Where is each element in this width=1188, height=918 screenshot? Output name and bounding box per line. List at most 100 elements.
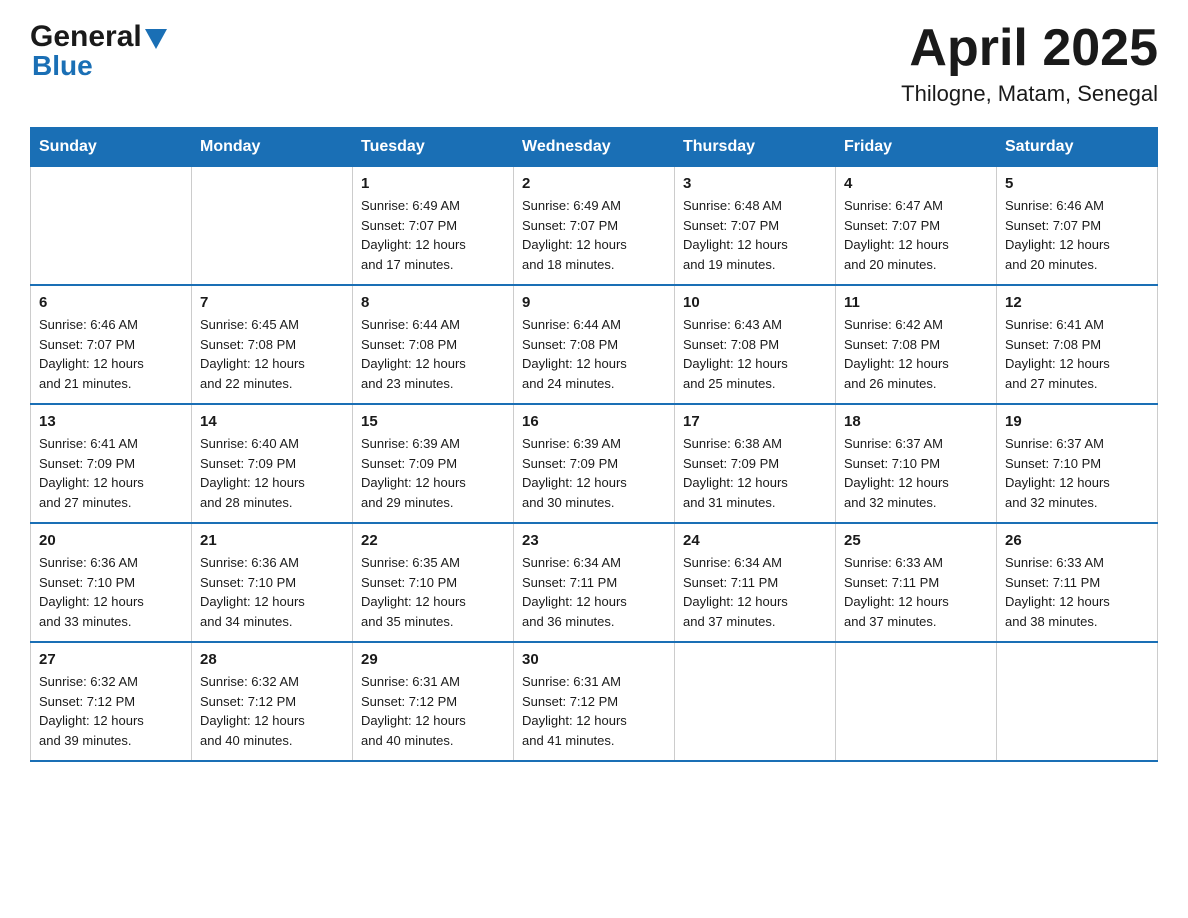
calendar-cell: 11Sunrise: 6:42 AMSunset: 7:08 PMDayligh… — [836, 285, 997, 404]
calendar-cell: 8 Sunrise: 6:44 AMSunset: 7:08 PMDaylight… — [353, 285, 514, 404]
logo-arrow-icon — [145, 29, 167, 49]
day-number: 21 — [200, 532, 344, 549]
day-number: 30 — [522, 651, 666, 668]
calendar-cell — [836, 642, 997, 761]
day-number: 20 — [39, 532, 183, 549]
day-info: Sunrise: 6:32 AMSunset: 7:12 PMDaylight:… — [39, 672, 183, 750]
day-number: 9 — [522, 294, 666, 311]
calendar-cell — [675, 642, 836, 761]
calendar-cell: 13Sunrise: 6:41 AMSunset: 7:09 PMDayligh… — [31, 404, 192, 523]
day-number: 3 — [683, 175, 827, 192]
day-number: 23 — [522, 532, 666, 549]
day-info: Sunrise: 6:42 AMSunset: 7:08 PMDaylight:… — [844, 315, 988, 393]
day-info: Sunrise: 6:39 AMSunset: 7:09 PMDaylight:… — [361, 434, 505, 512]
day-number: 12 — [1005, 294, 1149, 311]
calendar-cell: 10 Sunrise: 6:43 AMSunset: 7:08 PMDayligh… — [675, 285, 836, 404]
day-number: 2 — [522, 175, 666, 192]
day-info: Sunrise: 6:32 AMSunset: 7:12 PMDaylight:… — [200, 672, 344, 750]
day-number: 17 — [683, 413, 827, 430]
day-info: Sunrise: 6:35 AMSunset: 7:10 PMDaylight:… — [361, 553, 505, 631]
calendar-week-4: 20 Sunrise: 6:36 AMSunset: 7:10 PMDayligh… — [31, 523, 1158, 642]
calendar-cell: 7Sunrise: 6:45 AMSunset: 7:08 PMDaylight… — [192, 285, 353, 404]
day-number: 1 — [361, 175, 505, 192]
day-number: 14 — [200, 413, 344, 430]
day-info: Sunrise: 6:43 AMSunset: 7:08 PMDaylight:… — [683, 315, 827, 393]
day-number: 8 — [361, 294, 505, 311]
calendar-cell: 2 Sunrise: 6:49 AMSunset: 7:07 PMDaylight… — [514, 167, 675, 286]
day-info: Sunrise: 6:47 AMSunset: 7:07 PMDaylight:… — [844, 196, 988, 274]
logo-general-text: General — [30, 20, 142, 54]
title-block: April 2025 Thilogne, Matam, Senegal — [901, 20, 1158, 107]
day-number: 15 — [361, 413, 505, 430]
day-number: 22 — [361, 532, 505, 549]
calendar-cell: 22 Sunrise: 6:35 AMSunset: 7:10 PMDayligh… — [353, 523, 514, 642]
calendar-cell: 6 Sunrise: 6:46 AMSunset: 7:07 PMDaylight… — [31, 285, 192, 404]
day-info: Sunrise: 6:40 AMSunset: 7:09 PMDaylight:… — [200, 434, 344, 512]
calendar-header: Sunday Monday Tuesday Wednesday Thursday… — [31, 128, 1158, 167]
header-wednesday: Wednesday — [514, 128, 675, 167]
calendar-cell: 20 Sunrise: 6:36 AMSunset: 7:10 PMDayligh… — [31, 523, 192, 642]
day-info: Sunrise: 6:49 AMSunset: 7:07 PMDaylight:… — [522, 196, 666, 274]
day-info: Sunrise: 6:46 AMSunset: 7:07 PMDaylight:… — [1005, 196, 1149, 274]
day-number: 4 — [844, 175, 988, 192]
calendar-cell — [31, 167, 192, 286]
day-info: Sunrise: 6:46 AMSunset: 7:07 PMDaylight:… — [39, 315, 183, 393]
page-title: April 2025 — [901, 20, 1158, 77]
calendar-cell: 15 Sunrise: 6:39 AMSunset: 7:09 PMDayligh… — [353, 404, 514, 523]
calendar-cell: 18 Sunrise: 6:37 AMSunset: 7:10 PMDayligh… — [836, 404, 997, 523]
calendar-cell: 28 Sunrise: 6:32 AMSunset: 7:12 PMDayligh… — [192, 642, 353, 761]
logo-blue-text: Blue — [30, 50, 167, 82]
calendar-cell: 1Sunrise: 6:49 AMSunset: 7:07 PMDaylight… — [353, 167, 514, 286]
calendar-cell: 21 Sunrise: 6:36 AMSunset: 7:10 PMDayligh… — [192, 523, 353, 642]
calendar-cell: 23 Sunrise: 6:34 AMSunset: 7:11 PMDayligh… — [514, 523, 675, 642]
calendar-cell: 5 Sunrise: 6:46 AMSunset: 7:07 PMDaylight… — [997, 167, 1158, 286]
calendar-cell: 29Sunrise: 6:31 AMSunset: 7:12 PMDayligh… — [353, 642, 514, 761]
day-number: 5 — [1005, 175, 1149, 192]
day-info: Sunrise: 6:37 AMSunset: 7:10 PMDaylight:… — [844, 434, 988, 512]
calendar-cell: 25Sunrise: 6:33 AMSunset: 7:11 PMDayligh… — [836, 523, 997, 642]
logo: General Blue — [30, 20, 167, 82]
calendar-body: 1 Sunrise: 6:49 AMSunset: 7:07 PMDaylight… — [31, 167, 1158, 762]
day-info: Sunrise: 6:31 AMSunset: 7:12 PMDaylight:… — [522, 672, 666, 750]
day-info: Sunrise: 6:34 AMSunset: 7:11 PMDaylight:… — [683, 553, 827, 631]
day-info: Sunrise: 6:41 AMSunset: 7:08 PMDaylight:… — [1005, 315, 1149, 393]
day-number: 26 — [1005, 532, 1149, 549]
day-header-row: Sunday Monday Tuesday Wednesday Thursday… — [31, 128, 1158, 167]
day-number: 18 — [844, 413, 988, 430]
day-info: Sunrise: 6:36 AMSunset: 7:10 PMDaylight:… — [200, 553, 344, 631]
calendar-cell — [192, 167, 353, 286]
calendar-cell: 30 Sunrise: 6:31 AMSunset: 7:12 PMDayligh… — [514, 642, 675, 761]
calendar-cell: 3Sunrise: 6:48 AMSunset: 7:07 PMDaylight… — [675, 167, 836, 286]
day-number: 28 — [200, 651, 344, 668]
calendar-cell: 12 Sunrise: 6:41 AMSunset: 7:08 PMDayligh… — [997, 285, 1158, 404]
day-number: 6 — [39, 294, 183, 311]
header-saturday: Saturday — [997, 128, 1158, 167]
calendar-cell: 19 Sunrise: 6:37 AMSunset: 7:10 PMDayligh… — [997, 404, 1158, 523]
day-info: Sunrise: 6:45 AMSunset: 7:08 PMDaylight:… — [200, 315, 344, 393]
calendar-cell — [997, 642, 1158, 761]
day-info: Sunrise: 6:36 AMSunset: 7:10 PMDaylight:… — [39, 553, 183, 631]
day-info: Sunrise: 6:37 AMSunset: 7:10 PMDaylight:… — [1005, 434, 1149, 512]
calendar-week-1: 1 Sunrise: 6:49 AMSunset: 7:07 PMDaylight… — [31, 167, 1158, 286]
day-number: 19 — [1005, 413, 1149, 430]
day-number: 27 — [39, 651, 183, 668]
calendar-cell: 16Sunrise: 6:39 AMSunset: 7:09 PMDayligh… — [514, 404, 675, 523]
day-info: Sunrise: 6:31 AMSunset: 7:12 PMDaylight:… — [361, 672, 505, 750]
calendar-cell: 4 Sunrise: 6:47 AMSunset: 7:07 PMDaylight… — [836, 167, 997, 286]
day-info: Sunrise: 6:39 AMSunset: 7:09 PMDaylight:… — [522, 434, 666, 512]
calendar-week-3: 13Sunrise: 6:41 AMSunset: 7:09 PMDayligh… — [31, 404, 1158, 523]
day-info: Sunrise: 6:34 AMSunset: 7:11 PMDaylight:… — [522, 553, 666, 631]
calendar-cell: 14 Sunrise: 6:40 AMSunset: 7:09 PMDayligh… — [192, 404, 353, 523]
day-info: Sunrise: 6:33 AMSunset: 7:11 PMDaylight:… — [1005, 553, 1149, 631]
day-info: Sunrise: 6:44 AMSunset: 7:08 PMDaylight:… — [522, 315, 666, 393]
header-monday: Monday — [192, 128, 353, 167]
calendar-cell: 9 Sunrise: 6:44 AMSunset: 7:08 PMDaylight… — [514, 285, 675, 404]
calendar-cell: 27 Sunrise: 6:32 AMSunset: 7:12 PMDayligh… — [31, 642, 192, 761]
page-header: General Blue April 2025 Thilogne, Matam,… — [30, 20, 1158, 107]
day-number: 24 — [683, 532, 827, 549]
day-number: 10 — [683, 294, 827, 311]
day-info: Sunrise: 6:41 AMSunset: 7:09 PMDaylight:… — [39, 434, 183, 512]
day-info: Sunrise: 6:33 AMSunset: 7:11 PMDaylight:… — [844, 553, 988, 631]
day-info: Sunrise: 6:44 AMSunset: 7:08 PMDaylight:… — [361, 315, 505, 393]
calendar-week-2: 6 Sunrise: 6:46 AMSunset: 7:07 PMDaylight… — [31, 285, 1158, 404]
